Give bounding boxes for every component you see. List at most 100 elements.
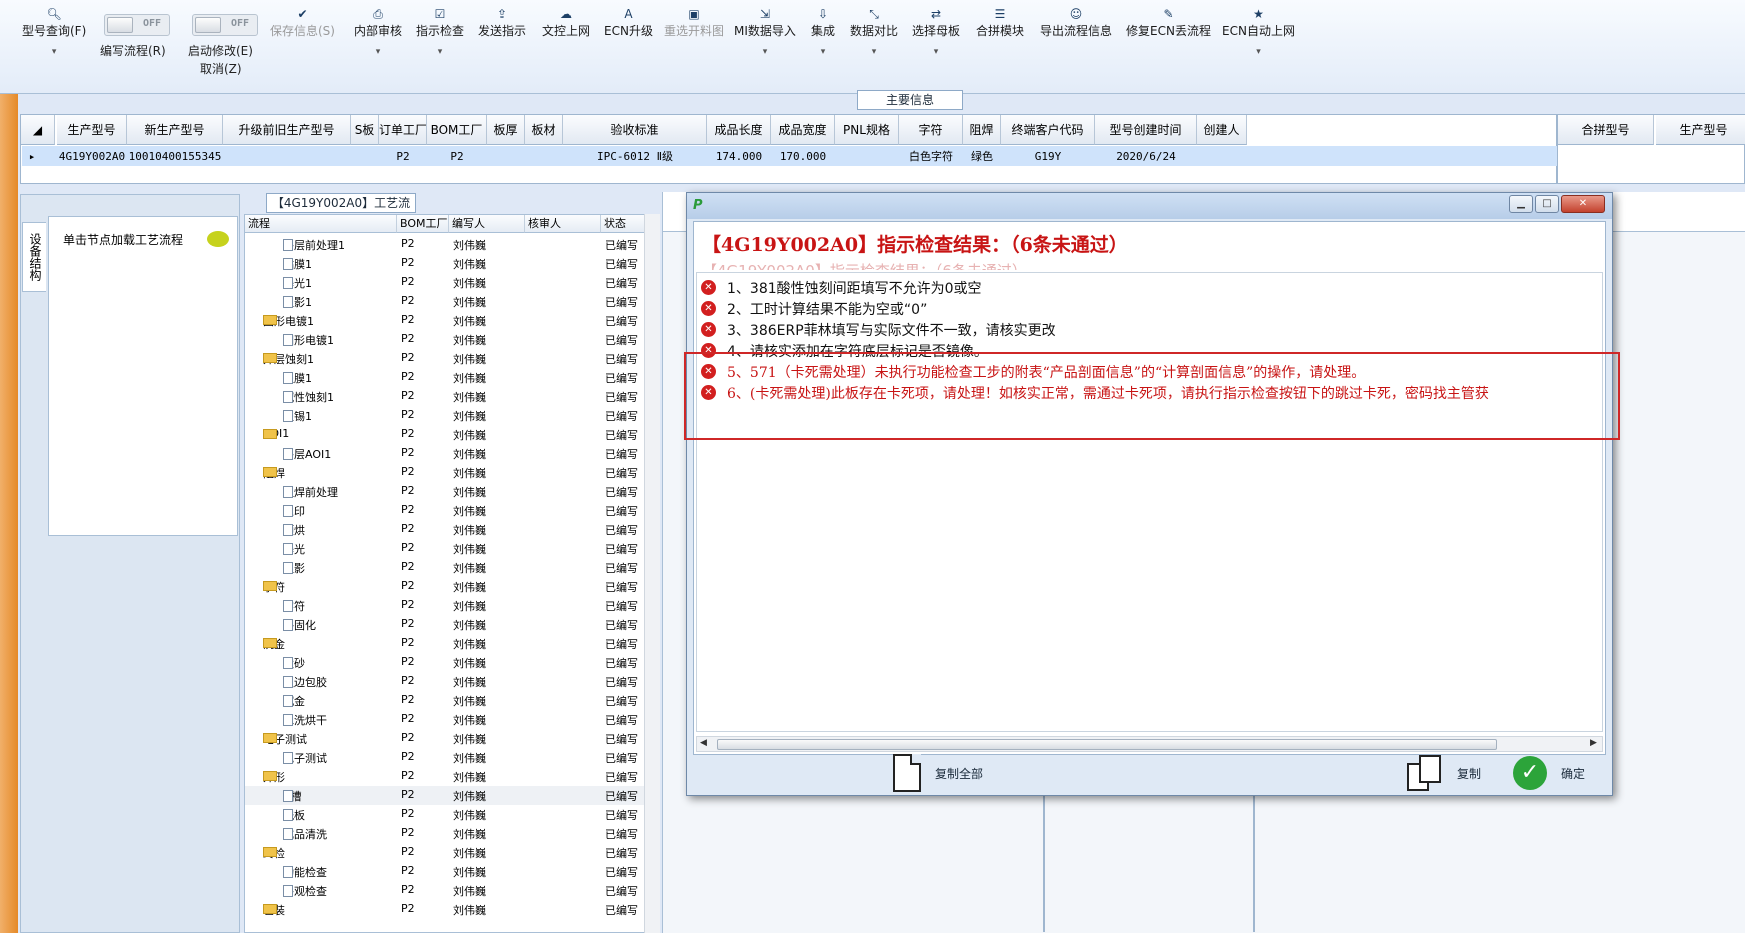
minimize-button[interactable]: ▁ bbox=[1509, 195, 1533, 213]
cell[interactable] bbox=[835, 147, 899, 167]
cell[interactable]: 170.000 bbox=[771, 147, 835, 167]
tree-row[interactable]: 显影 P2 刘伟巍 已编写 bbox=[245, 558, 645, 577]
tree-node[interactable]: 阻焊前处理 bbox=[283, 484, 338, 500]
cell[interactable]: P2 bbox=[379, 147, 427, 167]
close-button[interactable]: ✕ bbox=[1561, 195, 1605, 213]
chevron-down-icon[interactable]: ▾ bbox=[22, 47, 86, 57]
col-header[interactable]: 新生产型号 bbox=[127, 115, 223, 145]
tree-row[interactable]: 曝光 P2 刘伟巍 已编写 bbox=[245, 539, 645, 558]
chevron-down-icon[interactable]: ▾ bbox=[811, 47, 835, 57]
tree-node[interactable]: −外形 bbox=[263, 769, 285, 785]
col-header[interactable]: 升级前旧生产型号 bbox=[223, 115, 351, 145]
cell[interactable]: 10010400155345 bbox=[127, 147, 223, 167]
tree-row[interactable]: 阻焊前处理 P2 刘伟巍 已编写 bbox=[245, 482, 645, 501]
col-header[interactable]: BOM工厂 bbox=[427, 115, 487, 145]
main-info-grid[interactable]: ◢ 生产型号 4G19Y002A0 新生产型号 10010400155345 升级前旧生产… bbox=[20, 114, 1557, 184]
cell[interactable]: 绿色 bbox=[963, 147, 1001, 167]
chevron-down-icon[interactable]: ▾ bbox=[354, 47, 402, 57]
tree-row[interactable]: 丝印 P2 刘伟巍 已编写 bbox=[245, 501, 645, 520]
cell[interactable] bbox=[223, 147, 351, 167]
tree-node[interactable]: 功能检查 bbox=[283, 864, 327, 880]
toolbar-button-2[interactable]: ⎙ 内部审核 ▾ bbox=[354, 6, 402, 57]
tree-node[interactable]: 铣板 bbox=[283, 807, 305, 823]
chevron-down-icon[interactable]: ▾ bbox=[416, 47, 464, 57]
tree-node[interactable]: 板边包胶 bbox=[283, 674, 327, 690]
col-header[interactable]: S板 bbox=[351, 115, 379, 145]
tree-node[interactable]: −外层蚀刻1 bbox=[263, 351, 314, 367]
tree-row[interactable]: 终固化 P2 刘伟巍 已编写 bbox=[245, 615, 645, 634]
toolbar-button-0[interactable]: 🔍︎ 型号查询(F) ▾ bbox=[22, 6, 86, 57]
tree-node[interactable]: −字符 bbox=[263, 579, 285, 595]
chevron-down-icon[interactable]: ▾ bbox=[734, 47, 796, 57]
tree-row[interactable]: −图形电镀1 P2 刘伟巍 已编写 bbox=[245, 311, 645, 330]
toolbar-button-9[interactable]: ⇩ 集成 ▾ bbox=[811, 6, 835, 57]
tree-row[interactable]: 预烘 P2 刘伟巍 已编写 bbox=[245, 520, 645, 539]
tree-row[interactable]: 水洗烘干 P2 刘伟巍 已编写 bbox=[245, 710, 645, 729]
tree-node[interactable]: 外层AOI1 bbox=[283, 446, 331, 462]
merge-grid[interactable]: 合拼型号 生产型号 bbox=[1557, 114, 1745, 184]
cell[interactable] bbox=[487, 147, 525, 167]
tree-row[interactable]: 功能检查 P2 刘伟巍 已编写 bbox=[245, 862, 645, 881]
tree-row[interactable]: 沉金 P2 刘伟巍 已编写 bbox=[245, 691, 645, 710]
col-header[interactable]: 阻焊 bbox=[963, 115, 1001, 145]
col-header[interactable]: 板厚 bbox=[487, 115, 525, 145]
toolbar-button-15[interactable]: ★ ECN自动上网 ▾ bbox=[1222, 6, 1295, 57]
scroll-thumb[interactable] bbox=[717, 739, 1497, 750]
tree-node[interactable]: −图形电镀1 bbox=[263, 313, 314, 329]
cell[interactable] bbox=[1197, 147, 1247, 167]
process-tree[interactable]: 流程 BOM工厂 编写人 核审人 状态 外层前处理1 P2 刘伟巍 已编写 贴膜1 P2 刘伟巍 已编写… bbox=[244, 214, 660, 933]
tree-row[interactable]: 显影1 P2 刘伟巍 已编写 bbox=[245, 292, 645, 311]
scroll-left-icon[interactable]: ◀ bbox=[700, 738, 707, 748]
right-col-header[interactable]: 生产型号 bbox=[1656, 115, 1745, 145]
tree-row[interactable]: 碱性蚀刻1 P2 刘伟巍 已编写 bbox=[245, 387, 645, 406]
toolbar-button-14[interactable]: ✎ 修复ECN丢流程 bbox=[1126, 6, 1211, 39]
tree-node[interactable]: 终固化 bbox=[283, 617, 316, 633]
message-list[interactable]: ✕ 1、381酸性蚀刻间距填写不允许为0或空 ✕ 2、工时计算结果不能为空或“0” ✕ 3… bbox=[696, 272, 1603, 732]
toolbar-button-10[interactable]: ⤡ 数据对比 ▾ bbox=[850, 6, 898, 57]
toolbar-button-6[interactable]: A ECN升级 bbox=[604, 6, 653, 39]
tree-row[interactable]: 外观检查 P2 刘伟巍 已编写 bbox=[245, 881, 645, 900]
chevron-down-icon[interactable]: ▾ bbox=[1222, 47, 1295, 57]
maximize-button[interactable]: □ bbox=[1535, 195, 1559, 213]
toggle2-switch[interactable]: OFF bbox=[192, 14, 258, 36]
tree-row[interactable]: −沉金 P2 刘伟巍 已编写 bbox=[245, 634, 645, 653]
chevron-down-icon[interactable]: ▾ bbox=[850, 47, 898, 57]
cell[interactable]: 2020/6/24 bbox=[1095, 147, 1197, 167]
cell[interactable]: G19Y bbox=[1001, 147, 1095, 167]
tree-node[interactable]: 电子测试 bbox=[283, 750, 327, 766]
tree-node[interactable]: 显影1 bbox=[283, 294, 312, 310]
col-header[interactable]: 终端客户代码 bbox=[1001, 115, 1095, 145]
tree-col-header[interactable]: 状态 bbox=[601, 215, 645, 233]
tree-node[interactable]: 成品清洗 bbox=[283, 826, 327, 842]
tree-node[interactable]: 外层前处理1 bbox=[283, 237, 345, 253]
tree-row[interactable]: 退锡1 P2 刘伟巍 已编写 bbox=[245, 406, 645, 425]
tree-node[interactable]: 曝光 bbox=[283, 541, 305, 557]
col-header[interactable]: PNL规格 bbox=[835, 115, 899, 145]
tree-node[interactable]: −终检 bbox=[263, 845, 285, 861]
tree-col-header[interactable]: 流程 bbox=[245, 215, 397, 233]
col-header[interactable]: 验收标准 bbox=[563, 115, 707, 145]
tree-node[interactable]: 沉金 bbox=[283, 693, 305, 709]
tree-node[interactable]: 丝印 bbox=[283, 503, 305, 519]
tree-node[interactable]: 显影 bbox=[283, 560, 305, 576]
cell[interactable]: 174.000 bbox=[707, 147, 771, 167]
tree-node[interactable]: 退膜1 bbox=[283, 370, 312, 386]
toolbar-button-5[interactable]: ☁ 文控上网 bbox=[542, 6, 590, 39]
col-header[interactable]: 成品长度 bbox=[707, 115, 771, 145]
col-header[interactable]: 板材 bbox=[525, 115, 563, 145]
copy-all-button[interactable]: 复制全部 bbox=[893, 752, 983, 794]
tree-row[interactable]: −AOI1 P2 刘伟巍 已编写 bbox=[245, 425, 645, 444]
tree-col-header[interactable]: 核审人 bbox=[525, 215, 601, 233]
toolbar-button-13[interactable]: ☺ 导出流程信息 bbox=[1040, 6, 1112, 39]
tree-row[interactable]: 图形电镀1 P2 刘伟巍 已编写 bbox=[245, 330, 645, 349]
tree-node[interactable]: −阻焊 bbox=[263, 465, 285, 481]
tree-row[interactable]: 板边包胶 P2 刘伟巍 已编写 bbox=[245, 672, 645, 691]
tree-node[interactable]: 字符 bbox=[283, 598, 305, 614]
tree-row[interactable]: −外层蚀刻1 P2 刘伟巍 已编写 bbox=[245, 349, 645, 368]
tree-node[interactable]: 贴膜1 bbox=[283, 256, 312, 272]
toolbar-button-3[interactable]: ☑ 指示检查 ▾ bbox=[416, 6, 464, 57]
tree-col-header[interactable]: 编写人 bbox=[449, 215, 525, 233]
toolbar-button-11[interactable]: ⇄ 选择母板 ▾ bbox=[912, 6, 960, 57]
right-col-header[interactable]: 合拼型号 bbox=[1558, 115, 1654, 145]
tree-row[interactable]: 铣板 P2 刘伟巍 已编写 bbox=[245, 805, 645, 824]
